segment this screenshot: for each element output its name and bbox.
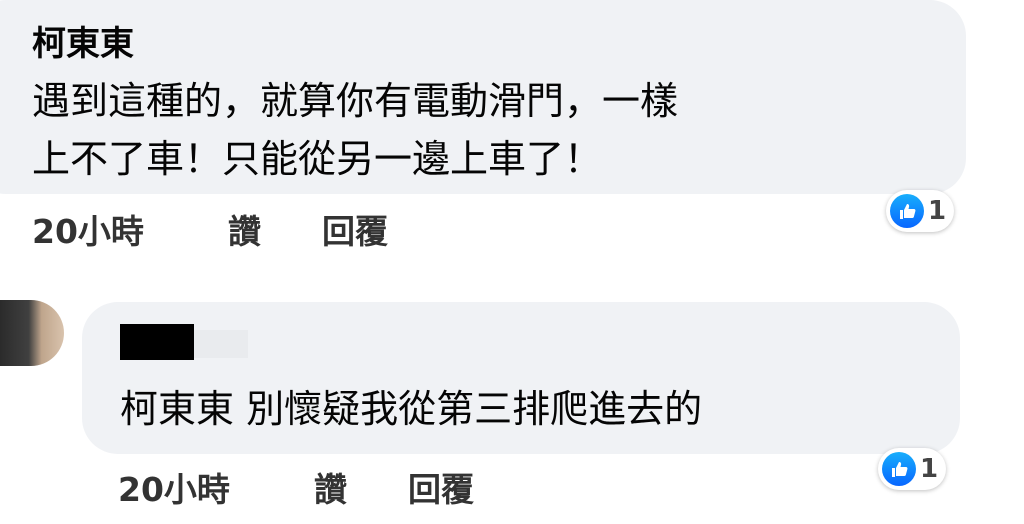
comment-text-line: 遇到這種的，就算你有電動滑門，一樣: [32, 79, 679, 123]
reaction-summary[interactable]: 1: [886, 190, 955, 232]
reply-text: 柯東東 別懷疑我從第三排爬進去的: [120, 387, 703, 431]
reaction-count: 1: [928, 196, 947, 226]
thumbs-up-icon: [882, 452, 916, 486]
reply-button[interactable]: 回覆: [322, 212, 388, 252]
reply-actions: 20小時 讚 回覆: [118, 470, 538, 510]
redacted-author-name-tail: [194, 330, 248, 358]
avatar[interactable]: [0, 300, 64, 366]
reaction-summary[interactable]: 1: [878, 448, 947, 490]
redacted-author-name[interactable]: [120, 324, 194, 360]
thumbs-up-icon: [890, 194, 924, 228]
reply-time[interactable]: 20小時: [118, 470, 230, 510]
like-button[interactable]: 讚: [314, 470, 347, 510]
comment-time[interactable]: 20小時: [32, 212, 144, 252]
comment-text-line: 上不了車！只能從另一邊上車了！: [32, 137, 603, 181]
comment-author[interactable]: 柯東東: [32, 24, 134, 64]
reply-button[interactable]: 回覆: [408, 470, 474, 510]
comment-actions: 20小時 讚 回覆: [32, 212, 452, 252]
reaction-count: 1: [920, 454, 939, 484]
like-button[interactable]: 讚: [228, 212, 261, 252]
